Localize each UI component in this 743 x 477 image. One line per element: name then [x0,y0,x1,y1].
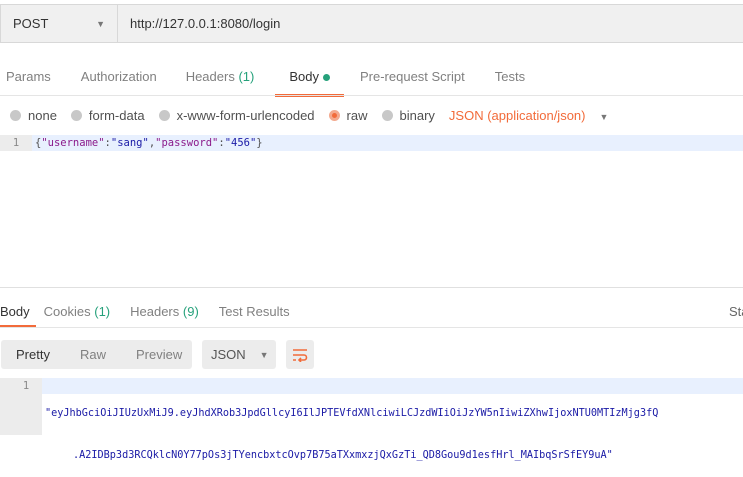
tab-body[interactable]: Body [275,69,344,97]
request-body-editor[interactable]: {"username": "sang", "password": "456"} [32,135,743,151]
method-select[interactable]: POST ▼ [1,5,118,42]
response-line-wrapped: .A2IDBp3d3RCQklcN0Y77pOs3jTYencbxtcOvp7B… [73,450,613,461]
line-number: 1 [0,378,42,435]
wrap-icon [293,348,308,362]
tab-label: Body [289,69,319,84]
pretty-button[interactable]: Pretty [16,347,50,362]
tab-label: Cookies [43,304,91,319]
tab-response-body[interactable]: Body [0,304,36,328]
tab-label: Headers [130,304,180,319]
radio-label: x-www-form-urlencoded [176,108,315,123]
radio-none[interactable]: none [10,108,57,123]
radio-icon [10,110,21,121]
headers-count: (9) [182,304,199,319]
radio-label: none [28,108,57,123]
headers-count: (1) [238,69,255,84]
response-body-editor[interactable]: "eyJhbGciOiJIUzUxMiJ9.eyJhdXRob3JpdGllcy… [45,379,658,477]
tab-response-headers[interactable]: Headers (9) [130,304,199,319]
pane-divider[interactable] [0,287,743,288]
raw-button[interactable]: Raw [80,347,106,362]
tab-tests[interactable]: Tests [495,69,525,84]
radio-binary[interactable]: binary [381,108,435,123]
wrap-lines-button[interactable] [286,340,314,369]
radio-icon [70,110,82,121]
tab-authorization[interactable]: Authorization [81,69,157,84]
radio-selected-icon [328,110,340,121]
content-type-select[interactable]: JSON (application/json) ▼ [449,108,608,123]
content-type-label: JSON (application/json) [448,108,586,123]
format-select[interactable]: JSON ▼ [202,340,276,369]
radio-form-data[interactable]: form-data [70,108,145,123]
radio-icon [158,110,170,121]
radio-label: form-data [88,108,145,123]
url-input[interactable]: http://127.0.0.1:8080/login [118,16,280,31]
divider [0,327,743,328]
json-value: "sang" [110,137,149,149]
radio-label: binary [399,108,435,123]
method-label: POST [13,16,49,31]
status-dot-icon [322,74,330,82]
json-value: "456" [224,137,257,149]
line-number: 1 [0,135,32,151]
tab-cookies[interactable]: Cookies (1) [44,304,110,319]
request-bar: POST ▼ http://127.0.0.1:8080/login [0,4,743,43]
radio-icon [381,110,393,121]
radio-raw[interactable]: raw [328,108,368,123]
response-tabs: Body Cookies (1) Headers (9) Test Result… [0,304,290,328]
tab-headers[interactable]: Headers (1) [186,69,255,84]
request-gutter [0,135,32,287]
status-label: Sta [729,304,743,319]
request-tabs: Params Authorization Headers (1) Body Pr… [6,69,525,97]
chevron-down-icon: ▼ [599,112,609,122]
view-mode-group: Pretty Raw Preview [1,340,192,369]
tab-label: Headers [185,69,235,84]
preview-button[interactable]: Preview [136,347,182,362]
divider [0,95,743,96]
brace: } [256,137,263,149]
json-key: "password" [155,137,219,149]
json-key: "username" [41,137,105,149]
chevron-down-icon: ▼ [96,18,105,29]
body-type-radios: none form-data x-www-form-urlencoded raw… [10,108,608,123]
format-label: JSON [211,347,246,362]
radio-urlencoded[interactable]: x-www-form-urlencoded [158,108,315,123]
tab-pre-request-script[interactable]: Pre-request Script [360,69,465,84]
cookies-count: (1) [94,304,111,319]
tab-params[interactable]: Params [6,69,51,84]
tab-test-results[interactable]: Test Results [219,304,290,319]
radio-label: raw [346,108,368,123]
chevron-down-icon: ▼ [259,349,269,360]
response-line: "eyJhbGciOiJIUzUxMiJ9.eyJhdXRob3JpdGllcy… [45,408,659,419]
